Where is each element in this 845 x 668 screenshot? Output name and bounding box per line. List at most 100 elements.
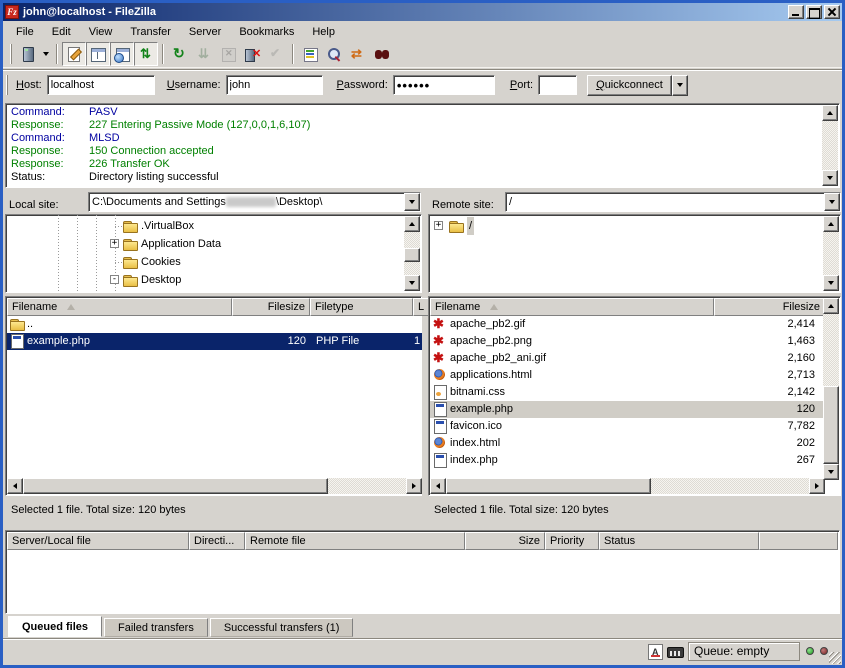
scrollbar-thumb[interactable]: [23, 478, 328, 494]
column-header-label: Filesize: [783, 299, 820, 315]
site-manager-button[interactable]: [15, 42, 39, 66]
username-input[interactable]: [226, 75, 323, 95]
apache-feather-icon: [432, 316, 448, 332]
column-header-filename[interactable]: Filename: [430, 298, 714, 316]
remote-vscrollbar[interactable]: [823, 298, 839, 480]
remote-hscrollbar[interactable]: [430, 478, 825, 494]
menu-help[interactable]: Help: [303, 24, 344, 40]
tab-queued-files[interactable]: Queued files: [8, 616, 102, 637]
host-label: Host:: [16, 79, 42, 91]
file-name: apache_pb2.png: [450, 333, 532, 350]
quickconnect-button[interactable]: Quickconnect: [587, 75, 672, 96]
file-row-example-php[interactable]: example.php 120: [430, 401, 825, 418]
tree-item-application-data[interactable]: +Application Data: [6, 235, 405, 253]
file-name: example.php: [450, 401, 513, 418]
message-log[interactable]: Command:PASVResponse:227 Entering Passiv…: [5, 103, 840, 188]
toggle-message-log-button[interactable]: [62, 42, 86, 66]
tree-item-desktop[interactable]: -Desktop: [6, 271, 405, 289]
tree-item-root[interactable]: +/: [429, 217, 824, 235]
remote-tree-scrollbar[interactable]: [823, 216, 839, 291]
toggle-transfer-queue-button[interactable]: [134, 42, 158, 66]
file-row--[interactable]: ..: [7, 316, 422, 333]
menu-edit[interactable]: Edit: [43, 24, 80, 40]
queue-column-directi-[interactable]: Directi...: [189, 532, 245, 550]
file-row-applications-html[interactable]: applications.html2,713: [430, 367, 825, 384]
quickconnect-dropdown-button[interactable]: [672, 75, 688, 96]
filter-button[interactable]: [298, 42, 322, 66]
column-header-filename[interactable]: Filename: [7, 298, 232, 316]
file-row-apache-pb2-gif[interactable]: apache_pb2.gif2,414: [430, 316, 825, 333]
file-row-apache-pb2-ani-gif[interactable]: apache_pb2_ani.gif2,160: [430, 350, 825, 367]
log-line-label: Command:: [11, 132, 89, 145]
menu-bookmarks[interactable]: Bookmarks: [230, 24, 303, 40]
close-button[interactable]: [824, 5, 840, 19]
menu-file[interactable]: File: [7, 24, 43, 40]
minimize-button[interactable]: [788, 5, 804, 19]
apache-feather-icon: [432, 333, 448, 349]
tree-item-label: Cookies: [141, 253, 181, 271]
scrollbar-thumb[interactable]: [446, 478, 651, 494]
local-tree-scrollbar[interactable]: [404, 216, 420, 291]
queue-column-server-local-file[interactable]: Server/Local file: [7, 532, 189, 550]
local-file-list[interactable]: FilenameFilesizeFiletypeL ..example.php1…: [5, 296, 422, 496]
folder-icon: [122, 218, 138, 234]
log-line-text: 150 Connection accepted: [89, 145, 214, 157]
local-site-dropdown-button[interactable]: [404, 193, 420, 211]
file-row-example-php[interactable]: example.php120PHP File1: [7, 333, 422, 350]
remote-file-list[interactable]: FilenameFilesize apache_pb2.gif2,414apac…: [428, 296, 841, 496]
toggle-remote-tree-button[interactable]: [110, 42, 134, 66]
reconnect-button[interactable]: [264, 42, 288, 66]
local-site-combo[interactable]: C:\Documents and Settings\Desktop\: [88, 192, 421, 212]
queue-column-priority[interactable]: Priority: [545, 532, 599, 550]
file-size: 120: [714, 401, 815, 418]
refresh-button[interactable]: [168, 42, 192, 66]
chevron-down-icon: [829, 200, 835, 204]
expand-icon[interactable]: +: [110, 239, 119, 248]
disconnect-button[interactable]: [240, 42, 264, 66]
site-manager-dropdown-button[interactable]: [39, 43, 52, 65]
tab-successful-transfers-1-[interactable]: Successful transfers (1): [210, 618, 354, 637]
file-row-bitnami-css[interactable]: bitnami.css2,142: [430, 384, 825, 401]
log-scrollbar[interactable]: [822, 105, 838, 186]
cancel-button[interactable]: [216, 42, 240, 66]
menu-view[interactable]: View: [80, 24, 122, 40]
queue-column-remote-file[interactable]: Remote file: [245, 532, 465, 550]
folder-icon: [9, 316, 25, 332]
tab-failed-transfers[interactable]: Failed transfers: [104, 618, 208, 637]
menu-server[interactable]: Server: [180, 24, 230, 40]
file-row-index-html[interactable]: index.html202: [430, 435, 825, 452]
scrollbar-thumb[interactable]: [823, 386, 839, 464]
directory-comparison-button[interactable]: [322, 42, 346, 66]
port-input[interactable]: [538, 75, 577, 95]
file-row-apache-pb2-png[interactable]: apache_pb2.png1,463: [430, 333, 825, 350]
queue-column-status[interactable]: Status: [599, 532, 759, 550]
local-directory-tree[interactable]: .VirtualBox+Application DataCookies-Desk…: [5, 214, 422, 293]
process-queue-button[interactable]: [192, 42, 216, 66]
tree-item--virtualbox[interactable]: .VirtualBox: [6, 217, 405, 235]
remote-site-dropdown-button[interactable]: [824, 193, 840, 211]
resize-grip[interactable]: [829, 652, 841, 664]
synchronized-browsing-button[interactable]: [346, 42, 370, 66]
remote-site-combo[interactable]: /: [505, 192, 841, 212]
file-row-index-php[interactable]: index.php267: [430, 452, 825, 469]
title-bar[interactable]: Fz john@localhost - FileZilla: [3, 3, 842, 21]
host-input[interactable]: [47, 75, 155, 95]
column-header-filesize[interactable]: Filesize: [232, 298, 310, 316]
collapse-icon[interactable]: -: [110, 275, 119, 284]
remote-directory-tree[interactable]: +/: [428, 214, 841, 293]
column-header-filesize[interactable]: Filesize: [714, 298, 825, 316]
maximize-button[interactable]: [806, 5, 822, 19]
file-row-favicon-ico[interactable]: favicon.ico7,782: [430, 418, 825, 435]
menu-transfer[interactable]: Transfer: [121, 24, 180, 40]
transfer-queue[interactable]: Server/Local fileDirecti...Remote fileSi…: [5, 530, 840, 614]
toggle-local-tree-button[interactable]: [86, 42, 110, 66]
tree-item-cookies[interactable]: Cookies: [6, 253, 405, 271]
column-header-filetype[interactable]: Filetype: [310, 298, 413, 316]
file-size: 2,414: [714, 316, 815, 333]
scrollbar-thumb[interactable]: [404, 248, 420, 262]
find-files-button[interactable]: [370, 42, 394, 66]
expand-icon[interactable]: +: [434, 221, 443, 230]
queue-column-size[interactable]: Size: [465, 532, 545, 550]
password-input[interactable]: [393, 75, 495, 95]
local-hscrollbar[interactable]: [7, 478, 422, 494]
